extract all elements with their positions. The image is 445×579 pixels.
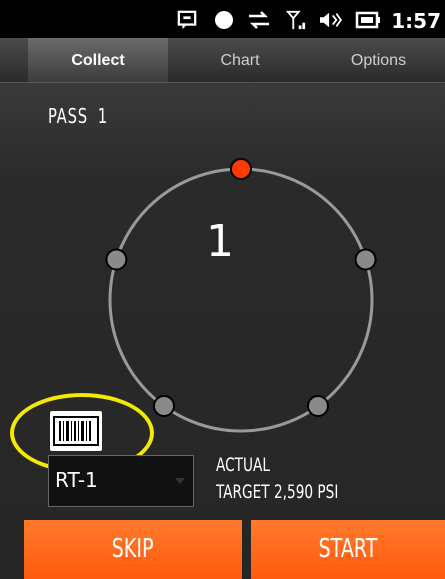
start-button[interactable]: START [251, 520, 445, 579]
target-label: TARGET 2,590 PSI [216, 481, 339, 503]
tool-select[interactable]: RT-1 [48, 455, 194, 507]
dial-point [105, 248, 128, 271]
chevron-down-icon [175, 478, 185, 484]
dial-point [354, 248, 377, 271]
current-pass-number: 1 [206, 216, 234, 267]
dial-point [153, 394, 176, 417]
dial-point [306, 394, 329, 417]
actual-label: ACTUAL [216, 454, 270, 476]
pressure-readout: ACTUAL TARGET 2,590 PSI [216, 452, 338, 506]
skip-button[interactable]: SKIP [24, 520, 242, 579]
dial-point-active [230, 158, 252, 180]
skip-button-label: SKIP [112, 534, 154, 564]
barcode-icon [53, 416, 99, 446]
start-button-label: START [318, 534, 378, 564]
barcode-scan-button[interactable] [50, 411, 102, 451]
dial-ring [108, 167, 374, 433]
tool-select-value: RT-1 [55, 468, 98, 492]
